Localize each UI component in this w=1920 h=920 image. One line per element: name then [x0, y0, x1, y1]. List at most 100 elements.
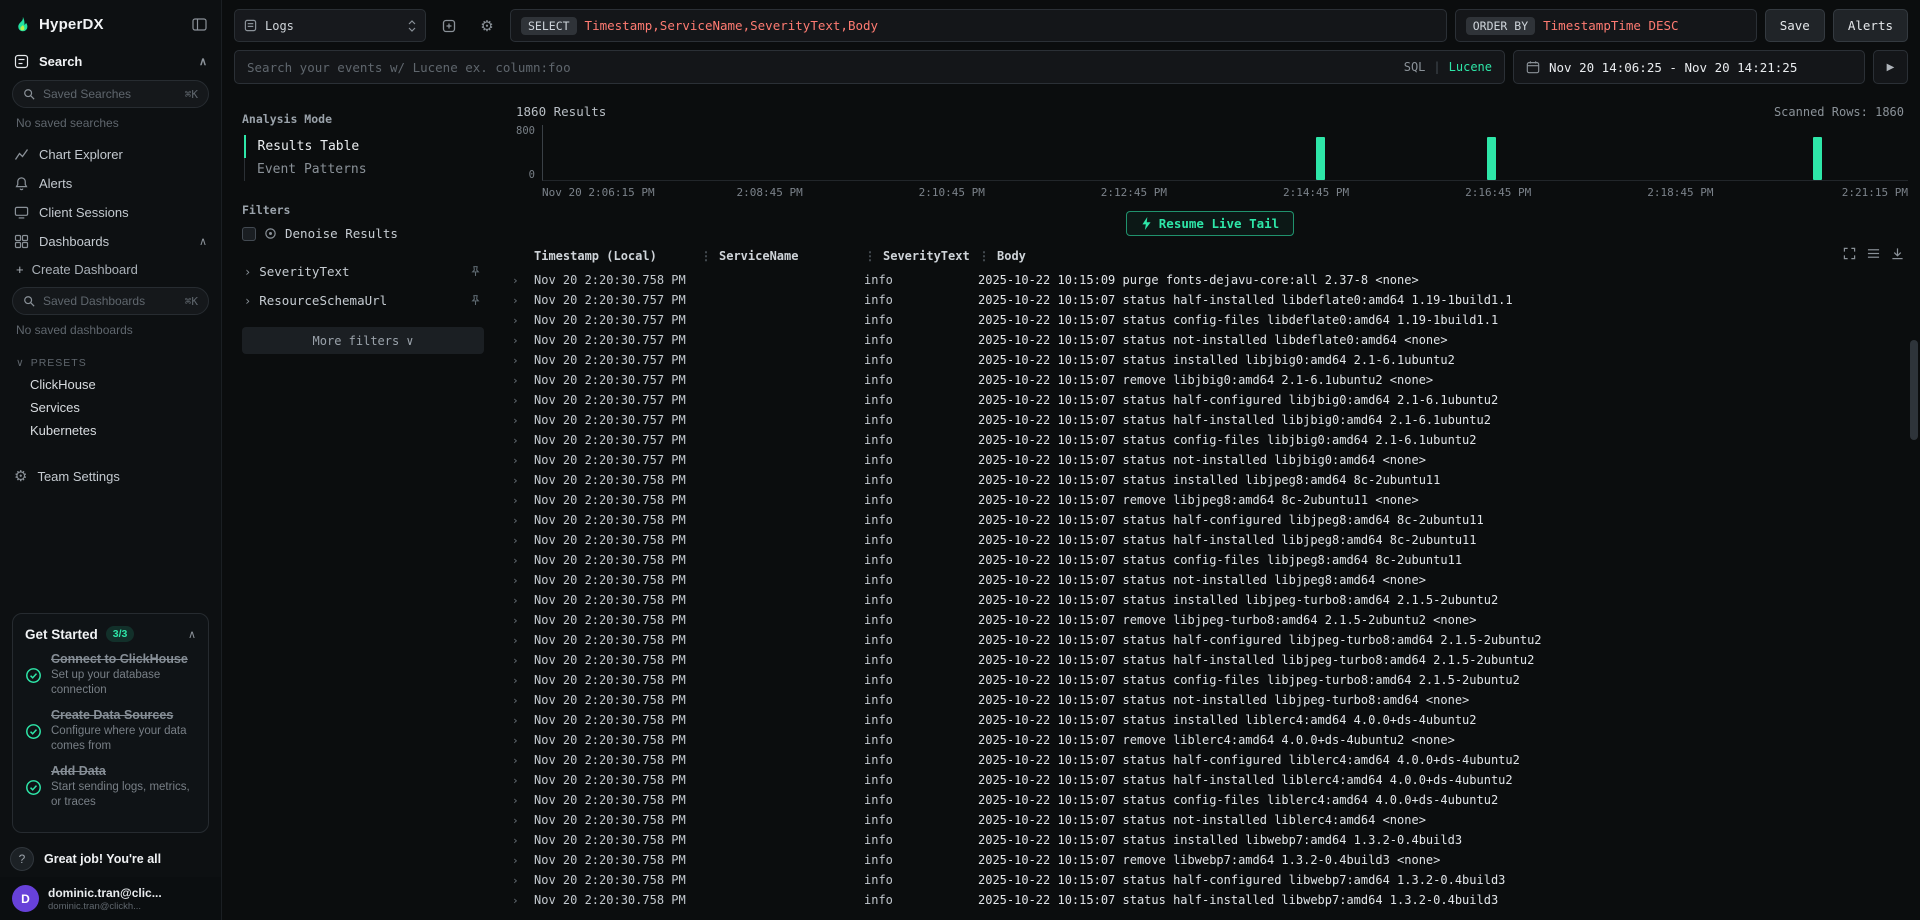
preset-kubernetes[interactable]: Kubernetes [0, 419, 221, 442]
log-row[interactable]: › Nov 20 2:20:30.758 PM info 2025-10-22 … [500, 870, 1920, 890]
row-expand-icon[interactable]: › [512, 814, 534, 827]
row-expand-icon[interactable]: › [512, 294, 534, 307]
source-select[interactable]: Logs [234, 9, 426, 42]
get-started-step-title[interactable]: Add Data [51, 764, 191, 778]
mode-results-table[interactable]: Results Table [244, 135, 485, 158]
log-row[interactable]: › Nov 20 2:20:30.758 PM info 2025-10-22 … [500, 470, 1920, 490]
row-expand-icon[interactable]: › [512, 794, 534, 807]
help-button[interactable]: ? [10, 847, 34, 871]
sidebar-item-alerts[interactable]: Alerts [0, 169, 221, 198]
row-expand-icon[interactable]: › [512, 574, 534, 587]
pin-icon[interactable] [469, 294, 482, 307]
log-row[interactable]: › Nov 20 2:20:30.758 PM info 2025-10-22 … [500, 710, 1920, 730]
log-row[interactable]: › Nov 20 2:20:30.757 PM info 2025-10-22 … [500, 430, 1920, 450]
sidebar-collapse-button[interactable] [192, 18, 207, 31]
get-started-step-title[interactable]: Create Data Sources [51, 708, 191, 722]
column-resize-handle[interactable]: ⋮ [978, 249, 990, 263]
source-settings-button[interactable]: ⚙ [472, 11, 502, 41]
event-search-input[interactable]: Search your events w/ Lucene ex. column:… [234, 50, 1505, 84]
row-expand-icon[interactable]: › [512, 754, 534, 767]
row-expand-icon[interactable]: › [512, 274, 534, 287]
row-expand-icon[interactable]: › [512, 694, 534, 707]
row-expand-icon[interactable]: › [512, 554, 534, 567]
more-filters-button[interactable]: More filters ∨ [242, 327, 484, 354]
alerts-button[interactable]: Alerts [1833, 9, 1908, 42]
log-row[interactable]: › Nov 20 2:20:30.758 PM info 2025-10-22 … [500, 550, 1920, 570]
presets-toggle[interactable]: ∨ PRESETS [0, 347, 221, 373]
log-row[interactable]: › Nov 20 2:20:30.757 PM info 2025-10-22 … [500, 410, 1920, 430]
column-header-body[interactable]: ⋮ Body [978, 249, 1908, 263]
log-row[interactable]: › Nov 20 2:20:30.757 PM info 2025-10-22 … [500, 390, 1920, 410]
row-expand-icon[interactable]: › [512, 434, 534, 447]
row-expand-icon[interactable]: › [512, 854, 534, 867]
row-expand-icon[interactable]: › [512, 594, 534, 607]
row-expand-icon[interactable]: › [512, 414, 534, 427]
log-row[interactable]: › Nov 20 2:20:30.758 PM info 2025-10-22 … [500, 670, 1920, 690]
pin-icon[interactable] [469, 265, 482, 278]
row-expand-icon[interactable]: › [512, 474, 534, 487]
row-expand-icon[interactable]: › [512, 774, 534, 787]
select-clause-input[interactable]: SELECT Timestamp,ServiceName,SeverityTex… [510, 9, 1447, 42]
log-row[interactable]: › Nov 20 2:20:30.758 PM info 2025-10-22 … [500, 750, 1920, 770]
column-resize-handle[interactable]: ⋮ [700, 249, 712, 263]
row-expand-icon[interactable]: › [512, 874, 534, 887]
sidebar-item-dashboards[interactable]: Dashboards ∧ [0, 227, 221, 256]
sidebar-item-client-sessions[interactable]: Client Sessions [0, 198, 221, 227]
save-button[interactable]: Save [1765, 9, 1825, 42]
chart-bar[interactable] [1487, 137, 1496, 180]
row-expand-icon[interactable]: › [512, 894, 534, 907]
log-row[interactable]: › Nov 20 2:20:30.757 PM info 2025-10-22 … [500, 350, 1920, 370]
log-row[interactable]: › Nov 20 2:20:30.758 PM info 2025-10-22 … [500, 590, 1920, 610]
row-expand-icon[interactable]: › [512, 834, 534, 847]
sql-toggle[interactable]: SQL [1404, 60, 1426, 74]
run-query-button[interactable]: ▶ [1873, 50, 1908, 84]
row-expand-icon[interactable]: › [512, 674, 534, 687]
download-icon[interactable] [1891, 247, 1904, 260]
log-row[interactable]: › Nov 20 2:20:30.758 PM info 2025-10-22 … [500, 850, 1920, 870]
filter-group-severitytext[interactable]: › SeverityText [242, 257, 484, 286]
log-row[interactable]: › Nov 20 2:20:30.758 PM info 2025-10-22 … [500, 790, 1920, 810]
sidebar-item-team-settings[interactable]: ⚙ Team Settings [0, 462, 221, 491]
saved-searches-input[interactable]: Saved Searches ⌘K [12, 80, 209, 108]
add-source-button[interactable] [434, 11, 464, 41]
denoise-checkbox[interactable] [242, 227, 256, 241]
sidebar-item-search[interactable]: Search ∧ [0, 47, 221, 76]
row-expand-icon[interactable]: › [512, 734, 534, 747]
get-started-step-title[interactable]: Connect to ClickHouse [51, 652, 191, 666]
log-row[interactable]: › Nov 20 2:20:30.757 PM info 2025-10-22 … [500, 330, 1920, 350]
log-row[interactable]: › Nov 20 2:20:30.757 PM info 2025-10-22 … [500, 310, 1920, 330]
sidebar-item-chart-explorer[interactable]: Chart Explorer [0, 140, 221, 169]
log-row[interactable]: › Nov 20 2:20:30.758 PM info 2025-10-22 … [500, 610, 1920, 630]
create-dashboard-button[interactable]: + Create Dashboard [0, 256, 221, 283]
row-expand-icon[interactable]: › [512, 374, 534, 387]
log-row[interactable]: › Nov 20 2:20:30.757 PM info 2025-10-22 … [500, 290, 1920, 310]
log-row[interactable]: › Nov 20 2:20:30.758 PM info 2025-10-22 … [500, 510, 1920, 530]
column-header-timestamp[interactable]: Timestamp (Local) [534, 249, 700, 263]
row-expand-icon[interactable]: › [512, 494, 534, 507]
log-row[interactable]: › Nov 20 2:20:30.758 PM info 2025-10-22 … [500, 530, 1920, 550]
vertical-scrollbar[interactable] [1910, 340, 1918, 440]
row-expand-icon[interactable]: › [512, 334, 534, 347]
log-row[interactable]: › Nov 20 2:20:30.758 PM info 2025-10-22 … [500, 630, 1920, 650]
row-expand-icon[interactable]: › [512, 534, 534, 547]
log-row[interactable]: › Nov 20 2:20:30.758 PM info 2025-10-22 … [500, 890, 1920, 910]
chart-bar[interactable] [1813, 137, 1822, 180]
row-expand-icon[interactable]: › [512, 314, 534, 327]
column-header-severitytext[interactable]: ⋮ SeverityText [864, 249, 978, 263]
log-row[interactable]: › Nov 20 2:20:30.758 PM info 2025-10-22 … [500, 690, 1920, 710]
log-row[interactable]: › Nov 20 2:20:30.757 PM info 2025-10-22 … [500, 450, 1920, 470]
resume-live-tail-button[interactable]: Resume Live Tail [1126, 211, 1294, 236]
row-expand-icon[interactable]: › [512, 614, 534, 627]
log-row[interactable]: › Nov 20 2:20:30.758 PM info 2025-10-22 … [500, 770, 1920, 790]
order-by-input[interactable]: ORDER BY TimestampTime DESC [1455, 9, 1757, 42]
log-row[interactable]: › Nov 20 2:20:30.758 PM info 2025-10-22 … [500, 270, 1920, 290]
row-expand-icon[interactable]: › [512, 634, 534, 647]
denoise-results-toggle[interactable]: Denoise Results [242, 226, 484, 241]
expand-icon[interactable] [1843, 247, 1856, 260]
lucene-toggle[interactable]: Lucene [1449, 60, 1492, 74]
row-expand-icon[interactable]: › [512, 394, 534, 407]
time-range-picker[interactable]: Nov 20 14:06:25 - Nov 20 14:21:25 [1513, 50, 1865, 84]
saved-dashboards-input[interactable]: Saved Dashboards ⌘K [12, 287, 209, 315]
row-expand-icon[interactable]: › [512, 714, 534, 727]
log-row[interactable]: › Nov 20 2:20:30.758 PM info 2025-10-22 … [500, 730, 1920, 750]
